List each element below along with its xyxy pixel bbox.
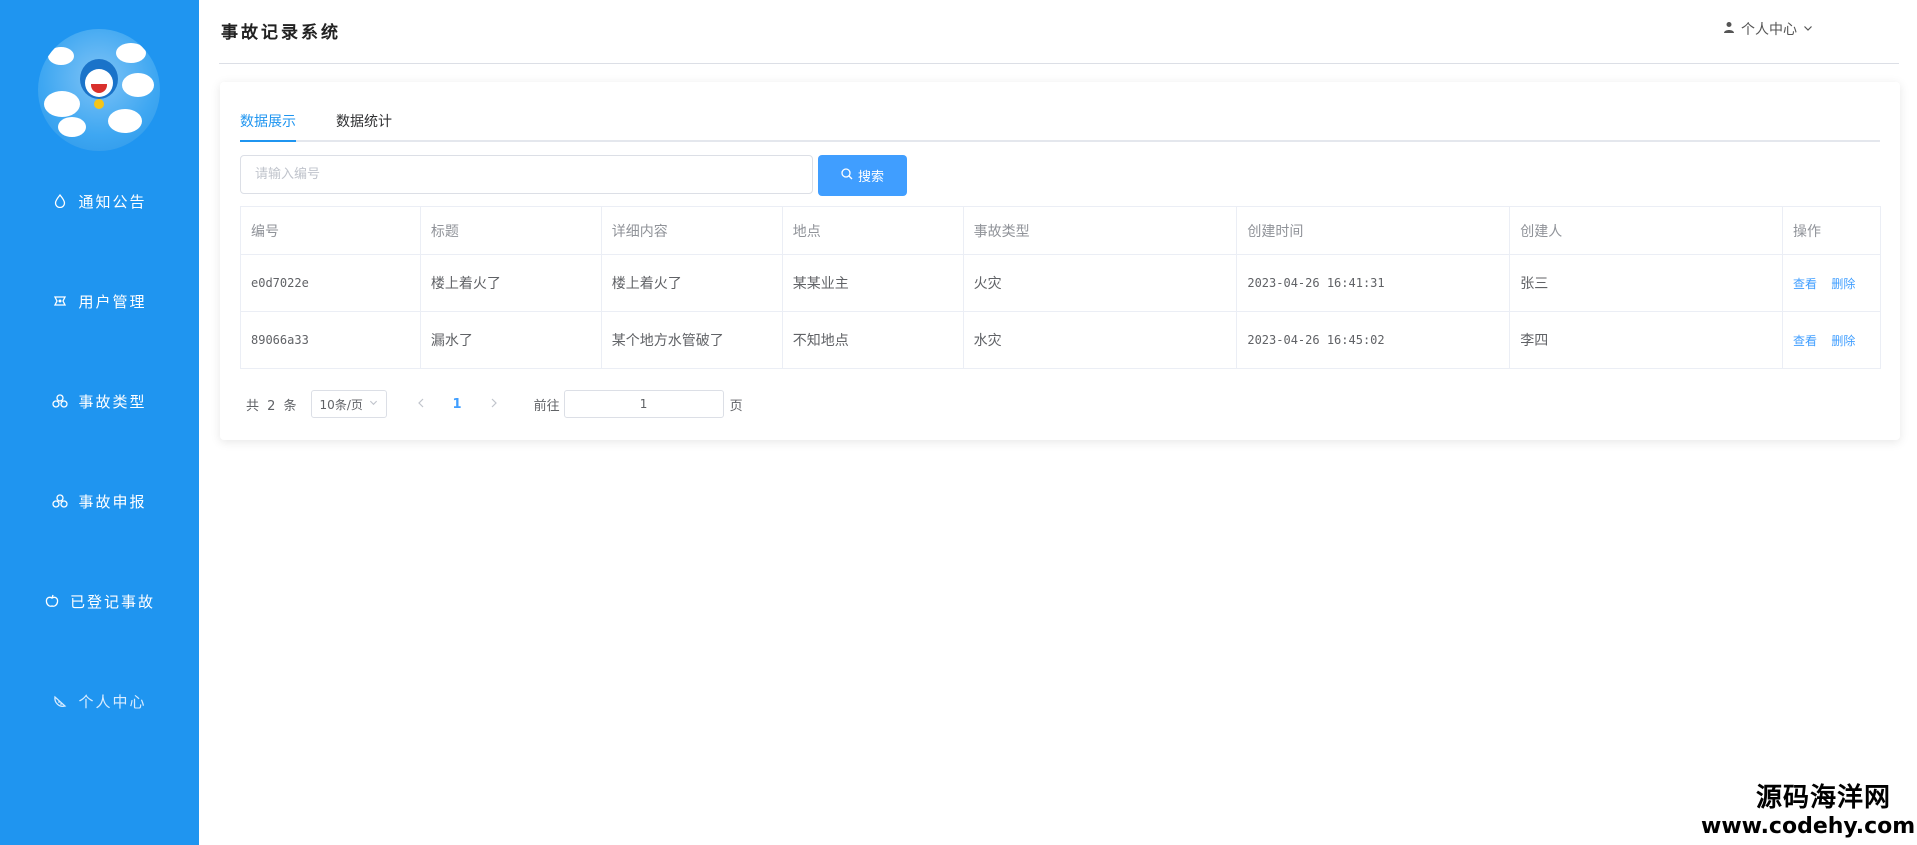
cell-id: e0d7022e <box>240 254 421 312</box>
view-button[interactable]: 查看 <box>1793 277 1817 291</box>
cell-type: 火灾 <box>962 254 1238 312</box>
tab-bar: 数据展示 数据统计 <box>240 108 1880 142</box>
watermark: 源码海洋网 www.codehy.com <box>1701 777 1916 839</box>
tab-data-display[interactable]: 数据展示 <box>240 108 296 142</box>
column-header-type[interactable]: 事故类型 <box>962 206 1238 255</box>
app-title: 事故记录系统 <box>221 23 341 43</box>
watermelon-icon <box>52 693 68 709</box>
pagination: 共 2 条 10条/页 1 前往 页 <box>246 390 743 418</box>
cell-created-at: 2023-04-26 16:45:02 <box>1236 311 1511 369</box>
user-menu[interactable]: 个人中心 <box>1723 19 1813 39</box>
column-header-detail[interactable]: 详细内容 <box>600 206 783 255</box>
cell-title: 漏水了 <box>419 311 602 369</box>
sidebar-item-notice[interactable]: 通知公告 <box>0 186 199 216</box>
page-number-current[interactable]: 1 <box>453 397 462 412</box>
page-size-select[interactable]: 10条/页 <box>310 390 387 418</box>
search-button[interactable]: 搜索 <box>818 155 907 196</box>
cloud-shape <box>58 117 86 137</box>
chevron-down-icon <box>369 398 378 410</box>
content-card: 数据展示 数据统计 搜索 编号 标题 详细内容 地点 事故类型 创建时间 创建人… <box>220 82 1900 440</box>
sidebar-item-profile[interactable]: 个人中心 <box>0 686 199 716</box>
search-button-label: 搜索 <box>857 170 884 185</box>
view-button[interactable]: 查看 <box>1793 334 1817 348</box>
watermark-line1: 源码海洋网 <box>1755 783 1891 813</box>
cloud-shape <box>48 47 74 65</box>
accident-table: 编号 标题 详细内容 地点 事故类型 创建时间 创建人 操作 e0d7022e … <box>240 206 1882 369</box>
sidebar-item-label: 事故申报 <box>78 492 147 511</box>
cloud-shape <box>116 43 146 63</box>
prev-page-button[interactable] <box>417 396 425 412</box>
user-menu-label: 个人中心 <box>1741 22 1797 38</box>
avatar[interactable] <box>38 29 160 151</box>
next-page-button[interactable] <box>490 396 498 412</box>
cloud-shape <box>122 73 154 97</box>
ticket-icon <box>52 293 68 309</box>
cell-detail: 楼上着火了 <box>600 254 783 312</box>
cloud-shape <box>108 109 142 133</box>
doraemon-bell <box>94 99 104 109</box>
cloud-shape <box>44 91 80 117</box>
cell-type: 水灾 <box>962 311 1238 369</box>
sidebar-item-label: 个人中心 <box>78 692 147 711</box>
table-row: e0d7022e 楼上着火了 楼上着火了 某某业主 火灾 2023-04-26 … <box>240 254 1882 312</box>
delete-button[interactable]: 删除 <box>1831 277 1855 291</box>
column-header-actions: 操作 <box>1781 206 1882 255</box>
cell-creator: 李四 <box>1509 311 1783 369</box>
sidebar: 通知公告 用户管理 事故类型 事故申报 已登记事故 个人中心 <box>0 0 199 845</box>
table-row: 89066a33 漏水了 某个地方水管破了 不知地点 水灾 2023-04-26… <box>240 311 1882 369</box>
cell-actions: 查看 删除 <box>1781 254 1882 312</box>
cell-location: 不知地点 <box>781 311 964 369</box>
cell-creator: 张三 <box>1509 254 1783 312</box>
sidebar-item-label: 已登记事故 <box>69 592 155 611</box>
user-icon <box>1723 21 1735 37</box>
chevron-down-icon <box>1803 21 1813 37</box>
sidebar-item-label: 用户管理 <box>78 292 147 311</box>
cell-title: 楼上着火了 <box>419 254 602 312</box>
column-header-title[interactable]: 标题 <box>419 206 602 255</box>
cherries-icon <box>52 493 69 509</box>
column-header-id[interactable]: 编号 <box>240 206 421 255</box>
column-header-created-at[interactable]: 创建时间 <box>1236 206 1511 255</box>
sidebar-item-registered-accidents[interactable]: 已登记事故 <box>0 586 199 616</box>
goto-suffix: 页 <box>729 398 743 414</box>
sidebar-item-label: 通知公告 <box>78 192 147 211</box>
goto-page-input[interactable] <box>563 390 724 418</box>
page-size-value: 10条/页 <box>319 397 363 412</box>
cell-actions: 查看 删除 <box>1781 311 1882 369</box>
sidebar-item-accident-report[interactable]: 事故申报 <box>0 486 199 516</box>
cell-detail: 某个地方水管破了 <box>600 311 783 369</box>
sidebar-item-accident-types[interactable]: 事故类型 <box>0 386 199 416</box>
table-header-row: 编号 标题 详细内容 地点 事故类型 创建时间 创建人 操作 <box>240 206 1882 255</box>
cell-location: 某某业主 <box>781 254 964 312</box>
search-input[interactable] <box>240 155 813 194</box>
cell-created-at: 2023-04-26 16:41:31 <box>1236 254 1511 312</box>
cherries-icon <box>52 393 69 409</box>
delete-button[interactable]: 删除 <box>1831 334 1855 348</box>
header-divider <box>219 63 1899 64</box>
search-icon <box>841 167 853 184</box>
tab-data-statistics[interactable]: 数据统计 <box>336 108 392 142</box>
sidebar-item-label: 事故类型 <box>78 392 147 411</box>
watermark-line2: www.codehy.com <box>1701 814 1916 839</box>
sidebar-item-users[interactable]: 用户管理 <box>0 286 199 316</box>
column-header-creator[interactable]: 创建人 <box>1509 206 1783 255</box>
goto-label: 前往 <box>533 398 560 414</box>
column-header-location[interactable]: 地点 <box>781 206 964 255</box>
pagination-total: 共 2 条 <box>246 398 299 414</box>
apple-icon <box>44 593 60 609</box>
drop-icon <box>52 193 68 209</box>
cell-id: 89066a33 <box>240 311 421 369</box>
